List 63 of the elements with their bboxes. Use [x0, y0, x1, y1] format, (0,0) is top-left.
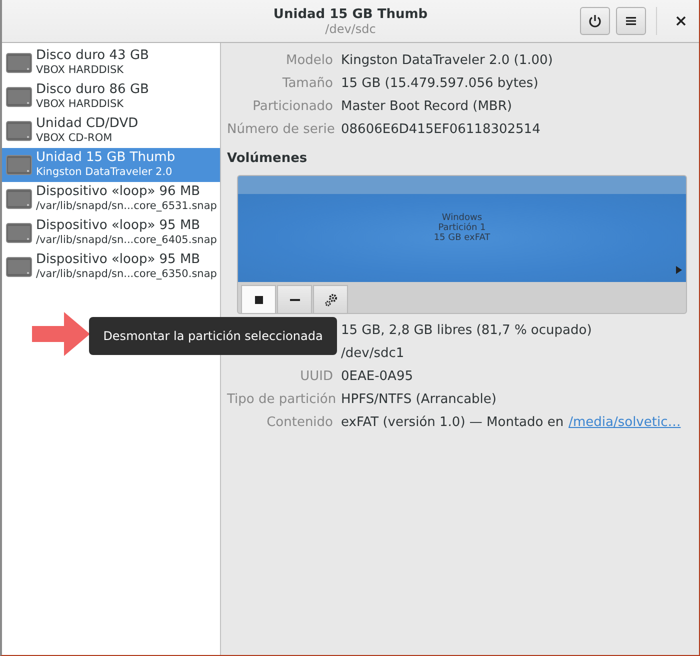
settings-button[interactable] — [313, 285, 348, 313]
menu-button[interactable] — [616, 7, 646, 35]
tooltip: Desmontar la partición seleccionada — [89, 317, 337, 355]
drive-detail: VBOX CD-ROM — [36, 131, 114, 146]
drive-name: Dispositivo «loop» 95 MB — [36, 218, 202, 233]
partition-label: 15 GB exFAT — [434, 233, 490, 243]
property-label: Número de serie — [227, 121, 333, 139]
property-value: HPFS/NTFS (Arrancable) — [341, 391, 498, 409]
property-label: Tipo de partición — [227, 391, 333, 409]
partition-label: Partición 1 — [438, 223, 486, 233]
drive-icon — [6, 121, 32, 141]
section-heading: Volúmenes — [227, 151, 308, 166]
drive-icon — [6, 87, 32, 107]
property-value: /dev/sdc1 — [341, 345, 406, 363]
stop-icon — [254, 296, 262, 304]
drive-item[interactable]: Dispositivo «loop» 95 MB /var/lib/snapd/sn...core_6405.snap — [2, 216, 220, 250]
drive-icon — [6, 53, 32, 73]
drive-detail: Kingston DataTraveler 2.0 — [36, 165, 174, 180]
drive-item[interactable]: Unidad CD/DVD VBOX CD-ROM — [2, 114, 220, 148]
partition-label: Windows — [442, 213, 482, 223]
property-value: 15 GB (15.479.597.056 bytes) — [341, 75, 540, 93]
drive-icon — [6, 257, 32, 277]
drive-item[interactable]: Dispositivo «loop» 96 MB /var/lib/snapd/sn...core_6531.snap — [2, 182, 220, 216]
property-label: UUID — [299, 368, 333, 386]
drive-icon — [6, 223, 32, 243]
property-label: Particionado — [252, 98, 333, 116]
window-title: Unidad 15 GB Thumb — [273, 6, 428, 22]
play-icon — [676, 266, 682, 274]
drive-item[interactable]: Disco duro 43 GB VBOX HARDDISK — [2, 46, 220, 80]
property-value: 15 GB, 2,8 GB libres (81,7 % ocupado) — [341, 322, 593, 340]
drive-name: Unidad CD/DVD — [36, 116, 138, 131]
property-value: exFAT (versión 1.0) — Montado en — [341, 414, 564, 432]
drive-icon — [6, 189, 32, 209]
drive-icon — [6, 155, 32, 175]
gears-icon — [324, 292, 338, 306]
property-value: 0EAE-0A95 — [341, 368, 414, 386]
property-value: 08606E6D415EF06118302514 — [341, 121, 542, 139]
property-value: Kingston DataTraveler 2.0 (1.00) — [341, 52, 554, 70]
property-label: Modelo — [285, 52, 333, 70]
unmount-button[interactable] — [241, 285, 276, 313]
drive-item[interactable]: Dispositivo «loop» 95 MB /var/lib/snapd/sn...core_6350.snap — [2, 250, 220, 284]
drive-name: Dispositivo «loop» 96 MB — [36, 184, 202, 199]
drive-detail: VBOX HARDDISK — [36, 63, 125, 78]
drive-name: Unidad 15 GB Thumb — [36, 150, 176, 165]
drive-detail: /var/lib/snapd/sn...core_6405.snap — [36, 233, 217, 248]
drive-name: Disco duro 86 GB — [36, 82, 149, 97]
drive-name: Dispositivo «loop» 95 MB — [36, 252, 202, 267]
drive-item[interactable]: Disco duro 86 GB VBOX HARDDISK — [2, 80, 220, 114]
window-subtitle: /dev/sdc — [325, 22, 376, 36]
property-value: Master Boot Record (MBR) — [341, 98, 513, 116]
close-icon — [676, 16, 686, 26]
property-label: Tamaño — [281, 75, 333, 93]
drive-detail: /var/lib/snapd/sn...core_6531.snap — [36, 199, 217, 214]
drive-detail: /var/lib/snapd/sn...core_6350.snap — [36, 267, 217, 282]
property-label: Contenido — [266, 414, 333, 432]
drive-name: Disco duro 43 GB — [36, 48, 149, 63]
menu-icon — [625, 15, 637, 27]
minus-icon — [290, 298, 300, 300]
arrow-icon — [32, 312, 90, 356]
remove-button[interactable] — [277, 285, 312, 313]
power-icon — [588, 14, 602, 28]
drive-detail: VBOX HARDDISK — [36, 97, 125, 112]
power-button[interactable] — [580, 7, 610, 35]
